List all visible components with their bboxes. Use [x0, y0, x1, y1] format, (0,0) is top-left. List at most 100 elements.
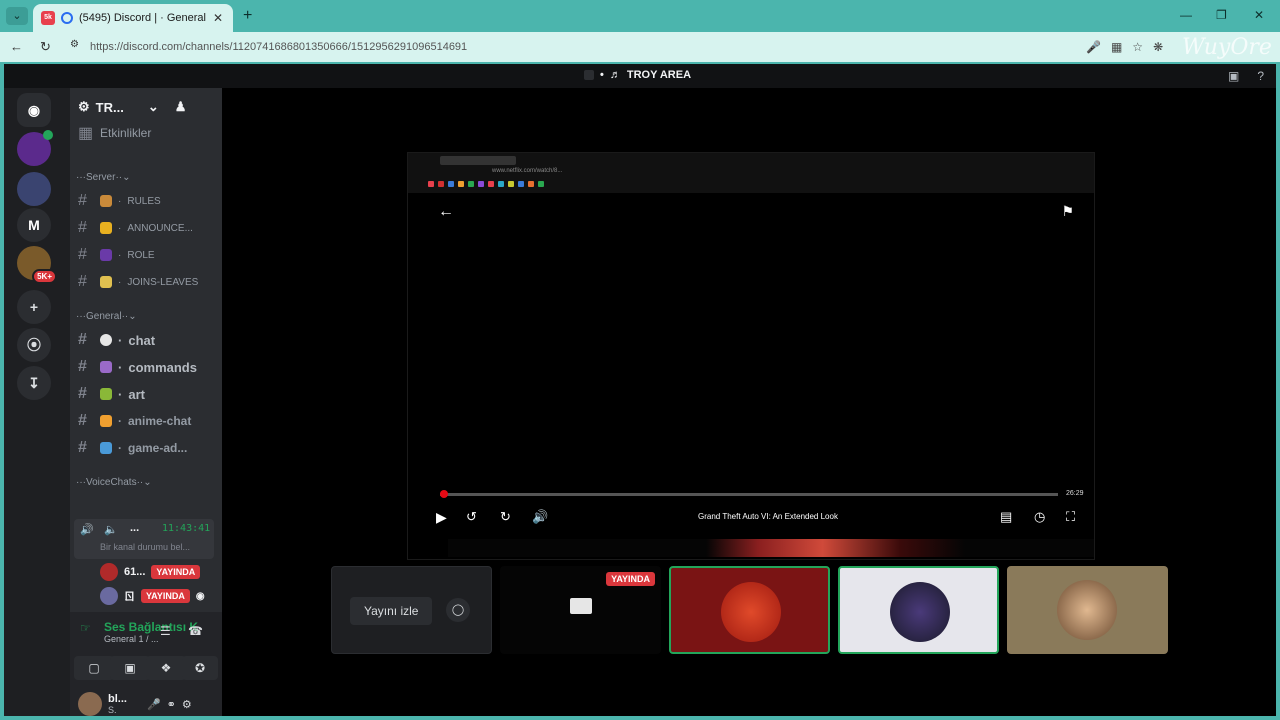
shared-taskbar [448, 539, 1094, 557]
channel-chat[interactable]: # · chat [78, 329, 218, 351]
report-flag-icon: ⚑ [1061, 203, 1074, 219]
voice-channel-active[interactable]: 🔊 🔈 ... 11:43:41 Bir kanal durumu bel... [74, 519, 214, 559]
avatar [721, 582, 781, 642]
server-header[interactable]: ⚙ TR... ⌄ ♟ [70, 88, 222, 126]
subtitles-icon: ▤ [1000, 509, 1013, 524]
disconnect-icon[interactable]: ☎ [188, 624, 203, 638]
activity-icon: ◉ [195, 590, 205, 602]
stream-preview-icon [570, 598, 592, 614]
username: bl... [108, 693, 127, 705]
chevron-down-icon: ⌄ [147, 99, 159, 114]
server-icon-purple[interactable] [17, 130, 53, 166]
events-item[interactable]: ▦ Etkinlikler [78, 122, 218, 144]
participant-tile-portrait[interactable] [1007, 566, 1168, 654]
channel-announcements[interactable]: # · ANNOUNCE... [78, 217, 218, 239]
tab-search-button[interactable]: ⌄ [6, 7, 28, 25]
channel-role[interactable]: # · ROLE [78, 244, 218, 266]
inbox-icon[interactable]: ▣ [1228, 69, 1239, 83]
discord-app: • ♬ TROY AREA ▣ ? ◉ M 5K+ + ⦿ ↧ ⚙ TR... … [4, 64, 1276, 716]
voice-connected-label[interactable]: Ses Bağlantısı K [104, 620, 198, 634]
channel-game-ad[interactable]: # · game-ad... [78, 437, 218, 459]
unread-badge: 5K+ [32, 269, 57, 284]
progress-handle [440, 490, 448, 498]
microphone-icon[interactable]: 🎤 [147, 698, 161, 711]
participant-tile-trabzon[interactable] [669, 566, 830, 654]
activities-button[interactable]: ❖ [146, 656, 186, 680]
reload-icon[interactable]: ↻ [40, 39, 51, 55]
watch-stream-button[interactable]: Yayını izle [350, 597, 433, 625]
channel-anime-chat[interactable]: # · anime-chat [78, 410, 218, 432]
status-input[interactable]: Bir kanal durumu bel... [100, 542, 190, 552]
restore-icon[interactable]: ❐ [1216, 8, 1227, 22]
stream-stage: www.netflix.com/watch/8... ← ⚑ 26:29 ▶ ↺… [222, 88, 1276, 716]
live-badge: YAYINDA [606, 572, 655, 586]
bell-icon: ♬ [609, 69, 621, 81]
user-area[interactable]: bl... S. 🎤 ⚭ ⚙ [78, 692, 192, 716]
discord-favicon-icon: 5k [41, 11, 55, 25]
new-tab-button[interactable]: + [243, 7, 252, 25]
server-icon-m[interactable]: M [17, 208, 51, 242]
camera-off-button[interactable]: ▢ [74, 656, 114, 680]
mic-icon[interactable]: 🎤 [1086, 40, 1101, 54]
forward-10-icon: ↻ [500, 509, 511, 524]
participant-tile-stream[interactable]: Yayını izle ◯ [331, 566, 492, 654]
participant-tile-live[interactable]: YAYINDA [500, 566, 661, 654]
channel-commands[interactable]: # · commands [78, 356, 218, 378]
volume-icon: 🔈 [104, 524, 118, 536]
site-info-icon[interactable]: ⚙ [70, 39, 79, 50]
minimize-icon[interactable]: — [1180, 8, 1192, 22]
voice-connected-sub[interactable]: General 1 / ... [104, 634, 159, 644]
channel-title: TROY AREA [626, 69, 692, 81]
category-general[interactable]: ···General··⌄ [76, 311, 137, 322]
screen-share-view[interactable]: www.netflix.com/watch/8... ← ⚑ 26:29 ▶ ↺… [407, 152, 1095, 560]
back-icon[interactable]: ← [10, 39, 23, 54]
invite-icon[interactable]: ♟ [175, 99, 187, 115]
help-icon[interactable]: ? [1257, 69, 1264, 83]
speed-icon: ◷ [1034, 509, 1046, 524]
participant-tile-anime[interactable] [838, 566, 999, 654]
screen-share-button[interactable]: ▣ [110, 656, 150, 680]
watermark: WuyOre [1182, 35, 1272, 60]
voice-panel: ☞ Ses Bağlantısı K General 1 / ... ☰ ☎ ▢… [70, 612, 222, 716]
movie-title: Grand Theft Auto VI: An Extended Look [698, 512, 838, 521]
noise-icon[interactable]: ☰ [160, 624, 171, 638]
avatar [890, 582, 950, 642]
shared-browser-toolbar: www.netflix.com/watch/8... [408, 153, 1094, 193]
download-icon[interactable]: ↧ [17, 366, 51, 400]
signal-icon: ☞ [80, 621, 91, 635]
address-bar: ← ↻ ⚙ https://discord.com/channels/11207… [0, 32, 1280, 62]
translate-icon[interactable]: ▦ [1111, 40, 1122, 54]
bookmark-star-icon[interactable]: ☆ [1132, 40, 1143, 54]
avatar [1057, 580, 1117, 640]
category-server[interactable]: ···Server··⌄ [76, 172, 131, 183]
server-icon-troy[interactable] [17, 172, 51, 206]
discover-icon[interactable]: ⦿ [17, 328, 51, 362]
volume-icon: 🔊 [532, 509, 549, 524]
voice-user-1[interactable]: 61... YAYINDA [100, 563, 201, 581]
extensions-icon[interactable]: ❋ [1153, 40, 1163, 54]
discord-home-icon[interactable]: ◉ [17, 93, 51, 127]
headphones-icon[interactable]: ⚭ [167, 698, 176, 711]
channel-rules[interactable]: # · RULES [78, 190, 218, 212]
window-close-icon[interactable]: ✕ [1254, 8, 1264, 22]
user-settings-icon[interactable]: ⚙ [182, 698, 192, 711]
tab-title: (5495) Discord | · General [79, 12, 206, 24]
url-field[interactable]: https://discord.com/channels/11207416868… [90, 41, 467, 53]
channel-joins-leaves[interactable]: # · JOINS-LEAVES [78, 271, 218, 293]
browser-tab-discord[interactable]: 5k (5495) Discord | · General ✕ [33, 4, 233, 32]
add-server-icon[interactable]: + [17, 290, 51, 324]
server-folder-icon[interactable]: 5K+ [17, 246, 57, 284]
fullscreen-icon: ⛶ [1066, 509, 1076, 524]
soundboard-button[interactable]: ✪ [182, 656, 218, 680]
tab-close-icon[interactable]: ✕ [213, 11, 223, 25]
channel-art[interactable]: # · art [78, 383, 218, 405]
app-title-bar: • ♬ TROY AREA ▣ ? [4, 64, 1276, 88]
user-status: S. [108, 705, 117, 715]
voice-channel-name: ... [130, 522, 140, 534]
player-back-icon: ← [438, 203, 454, 220]
category-voice[interactable]: ···VoiceChats··⌄ [76, 477, 152, 488]
voice-user-2[interactable]: ㄖ YAYINDA ◉ [100, 587, 205, 605]
preview-eye-icon[interactable]: ◯ [446, 598, 470, 622]
participant-strip: Yayını izle ◯ YAYINDA [331, 566, 1168, 654]
player-progress-bar [440, 490, 1058, 498]
